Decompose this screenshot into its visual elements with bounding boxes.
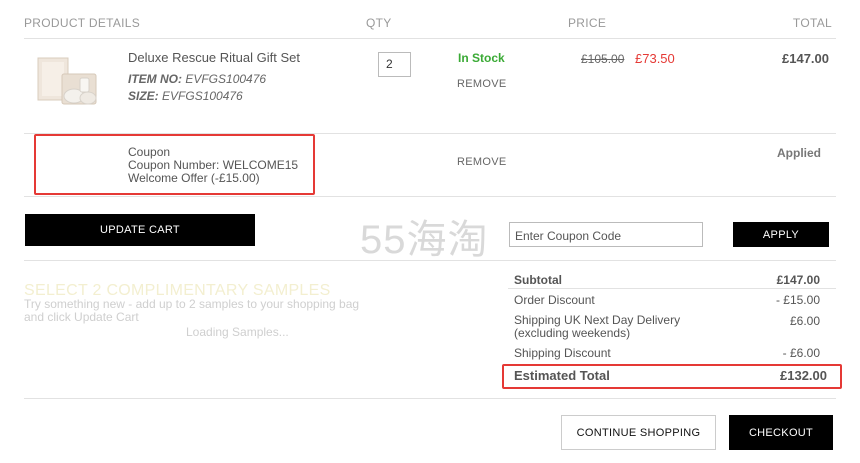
samples-description: Try something new - add up to 2 samples … [24, 297, 360, 324]
checkout-button[interactable]: CHECKOUT [729, 415, 833, 450]
header-total: TOTAL [792, 16, 832, 30]
sale-price: £73.50 [635, 51, 675, 66]
summary-divider [508, 288, 836, 289]
stock-status: In Stock [458, 51, 505, 65]
estimated-total-label: Estimated Total [514, 368, 610, 383]
header-price: PRICE [568, 16, 607, 30]
gift-set-image-icon [37, 57, 97, 105]
continue-shopping-button[interactable]: CONTINUE SHOPPING [561, 415, 716, 450]
coupon-number: Coupon Number: WELCOME15 [128, 158, 299, 172]
subtotal-label: Subtotal [514, 273, 562, 287]
item-size-value: EVFGS100476 [162, 89, 243, 103]
item-number-value: EVFGS100476 [185, 72, 267, 86]
watermark: 55海淘 [360, 218, 489, 262]
coupon-status: Applied [777, 146, 821, 160]
item-size: SIZE: EVFGS100476 [128, 89, 243, 103]
header-qty: QTY [366, 16, 392, 30]
samples-loading: Loading Samples... [186, 325, 289, 339]
order-discount-label: Order Discount [514, 293, 595, 307]
coupon-title: Coupon [128, 145, 171, 159]
remove-item-link[interactable]: REMOVE [457, 78, 506, 90]
remove-coupon-link[interactable]: REMOVE [457, 156, 506, 168]
coupon-offer: Welcome Offer (-£15.00) [128, 171, 260, 185]
coupon-code-input[interactable]: Enter Coupon Code [509, 222, 703, 247]
summary-bottom-divider [24, 398, 836, 399]
product-name[interactable]: Deluxe Rescue Ritual Gift Set [128, 50, 300, 65]
actions-divider [24, 260, 836, 261]
header-divider [24, 38, 836, 39]
item-number: ITEM NO: EVFGS100476 [128, 72, 266, 86]
update-cart-button[interactable]: UPDATE CART [25, 214, 255, 246]
shipping-discount-value: - £6.00 [782, 346, 820, 360]
original-price: £105.00 [581, 52, 625, 66]
shipping-value: £6.00 [789, 314, 820, 328]
quantity-input[interactable]: 2 [378, 52, 411, 77]
shipping-label: Shipping UK Next Day Delivery (excluding… [514, 313, 681, 340]
apply-coupon-button[interactable]: APPLY [733, 222, 829, 247]
shipping-discount-label: Shipping Discount [514, 346, 611, 360]
item-total: £147.00 [782, 51, 829, 66]
item-number-label: ITEM NO: [128, 72, 182, 86]
subtotal-value: £147.00 [776, 273, 820, 287]
order-discount-value: - £15.00 [775, 293, 820, 307]
estimated-total-value: £132.00 [780, 368, 827, 383]
header-product-details: PRODUCT DETAILS [24, 16, 141, 30]
item-size-label: SIZE: [128, 89, 159, 103]
product-thumbnail[interactable] [36, 52, 102, 112]
coupon-divider [24, 196, 836, 197]
